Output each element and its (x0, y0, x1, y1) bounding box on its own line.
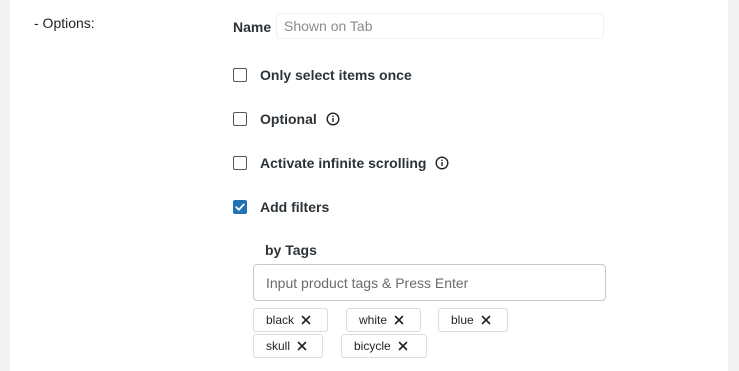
tag-chip-label: skull (266, 339, 291, 353)
info-icon[interactable] (435, 156, 449, 170)
only-select-once-label: Only select items once (260, 67, 412, 83)
add-filters-label: Add filters (260, 199, 330, 215)
tag-chip-label: black (266, 313, 295, 327)
infinite-scrolling-checkbox[interactable] (233, 156, 247, 170)
add-filters-checkbox[interactable] (233, 200, 247, 214)
option-infinite-scrolling[interactable]: Activate infinite scrolling (233, 153, 449, 173)
options-section-label: - Options: (34, 15, 95, 31)
tags-input[interactable] (253, 264, 606, 301)
close-icon[interactable] (393, 314, 405, 326)
close-icon[interactable] (300, 314, 312, 326)
info-icon[interactable] (326, 112, 340, 126)
option-optional[interactable]: Optional (233, 109, 340, 129)
tag-chip-label: bicycle (354, 339, 391, 353)
only-select-once-checkbox[interactable] (233, 68, 247, 82)
tag-chip-label: blue (451, 313, 474, 327)
tag-chip: white (346, 308, 421, 332)
tag-chip: black (253, 308, 328, 332)
close-icon[interactable] (480, 314, 492, 326)
checkmark-icon (235, 203, 245, 211)
optional-checkbox[interactable] (233, 112, 247, 126)
options-panel: - Options: Name Only select items once O… (10, 0, 728, 371)
name-input[interactable] (276, 13, 604, 39)
tag-chip: skull (253, 334, 323, 358)
infinite-scrolling-label: Activate infinite scrolling (260, 155, 427, 171)
option-add-filters[interactable]: Add filters (233, 197, 329, 217)
tag-chip: bicycle (341, 334, 427, 358)
name-field-row: Name (233, 13, 605, 41)
close-icon[interactable] (296, 340, 308, 352)
optional-label: Optional (260, 111, 317, 127)
option-only-select-once[interactable]: Only select items once (233, 65, 412, 85)
tag-chip: blue (438, 308, 508, 332)
close-icon[interactable] (397, 340, 409, 352)
tag-chip-label: white (359, 313, 388, 327)
tags-filter-heading: by Tags (265, 242, 317, 258)
name-label: Name (233, 19, 272, 35)
